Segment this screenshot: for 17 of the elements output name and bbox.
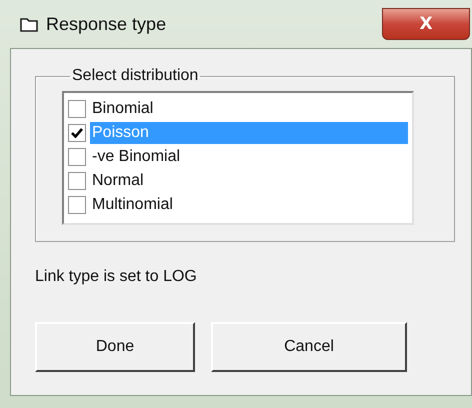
list-item[interactable]: Normal	[90, 170, 408, 192]
list-item[interactable]: -ve Binomial	[90, 146, 408, 168]
window-title: Response type	[46, 14, 166, 34]
checkbox[interactable]	[68, 172, 86, 190]
list-item[interactable]: Multinomial	[90, 194, 408, 216]
checkbox[interactable]	[68, 196, 86, 214]
window-icon	[20, 16, 38, 32]
checkmark-icon	[71, 128, 83, 138]
checkbox[interactable]	[68, 148, 86, 166]
status-text: Link type is set to LOG	[35, 268, 198, 286]
done-button[interactable]: Done	[35, 322, 195, 372]
close-button[interactable]: X	[382, 8, 470, 40]
checkbox[interactable]	[68, 100, 86, 118]
cancel-button[interactable]: Cancel	[211, 322, 407, 372]
list-item[interactable]: Binomial	[90, 98, 408, 120]
group-label: Select distribution	[71, 67, 200, 85]
checkbox[interactable]	[68, 124, 86, 142]
